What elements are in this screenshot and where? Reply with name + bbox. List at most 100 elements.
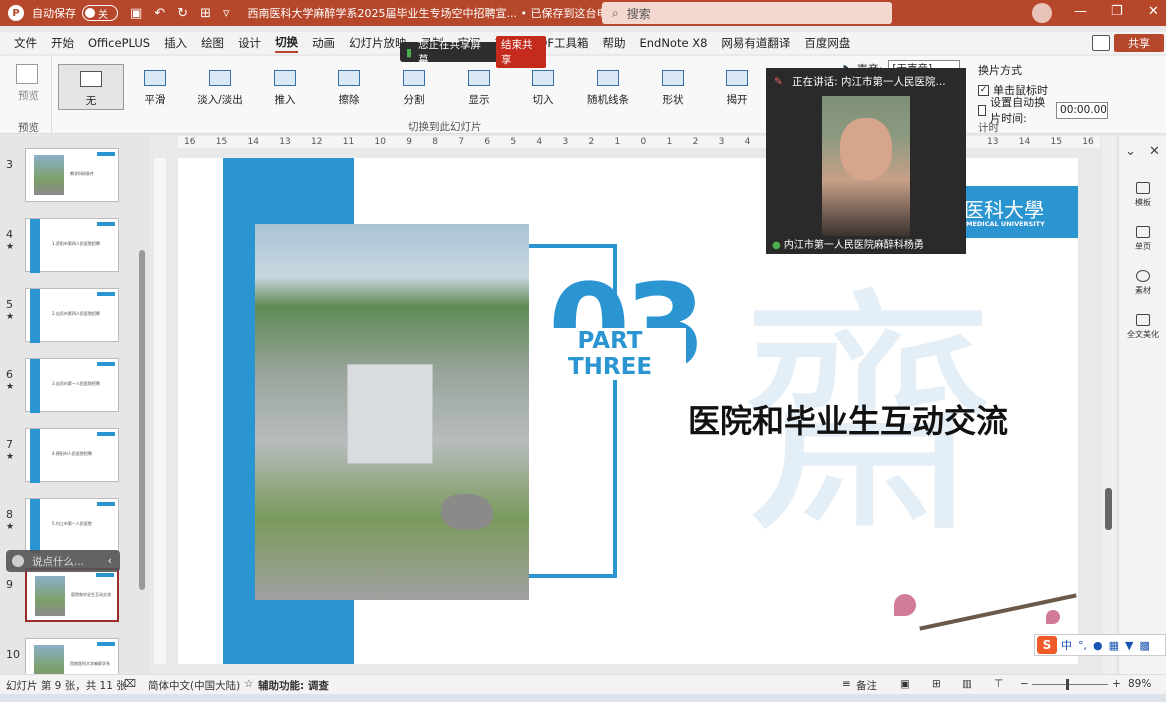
menu-file[interactable]: 文件 bbox=[14, 35, 37, 51]
present-icon[interactable]: ⊞ bbox=[200, 6, 211, 21]
thumbnail-row[interactable]: 3 教学科研条件 bbox=[0, 148, 150, 214]
menu-transitions[interactable]: 切换 bbox=[275, 34, 299, 53]
ime-mode[interactable]: 中 bbox=[1061, 637, 1072, 653]
scrollbar-thumb[interactable] bbox=[139, 250, 145, 590]
ime-mic-icon[interactable]: ● bbox=[1093, 639, 1103, 652]
thumbnail-row-active[interactable]: 9 医院和毕业生互动交流 bbox=[0, 568, 150, 634]
thumbnail-text: 2.自贡市第四人民医院招聘 bbox=[52, 311, 100, 316]
menu-help[interactable]: 帮助 bbox=[602, 35, 625, 51]
zoom-slider-handle[interactable] bbox=[1066, 679, 1069, 690]
chat-input[interactable]: 说点什么... ‹ bbox=[6, 550, 120, 572]
preview-icon[interactable] bbox=[16, 64, 38, 84]
transition-shape[interactable]: 形状 bbox=[640, 64, 706, 110]
slideshow-icon[interactable]: ⊤ bbox=[994, 678, 1003, 690]
animation-star-icon: ★ bbox=[6, 312, 15, 322]
pane-single-page[interactable]: 单页 bbox=[1119, 226, 1166, 252]
collapse-chevron-icon[interactable]: ‹ bbox=[108, 555, 112, 567]
redo-icon[interactable]: ↻ bbox=[177, 6, 188, 21]
slide-thumbnail[interactable]: 1.资阳市第四人民医院招聘 bbox=[25, 218, 119, 273]
minimize-icon[interactable]: — bbox=[1074, 4, 1087, 19]
slide-sorter-icon[interactable]: ⊞ bbox=[932, 678, 941, 690]
transition-random-bars[interactable]: 随机线条 bbox=[575, 64, 641, 110]
thumbnail-number: 9 bbox=[6, 578, 13, 591]
thumbnail-row[interactable]: 5 ★ 2.自贡市第四人民医院招聘 bbox=[0, 288, 150, 354]
zoom-slider[interactable] bbox=[1032, 684, 1108, 685]
slide-thumbnail[interactable]: 4.德阳市人民医院招聘 bbox=[25, 428, 119, 483]
slide-thumbnail[interactable]: 2.自贡市第四人民医院招聘 bbox=[25, 288, 119, 343]
document-title[interactable]: 西南医科大学麻醉学系2025届毕业生专场空中招聘宣... • 已保存到这台电脑 … bbox=[248, 5, 632, 21]
part-label[interactable]: PART THREE bbox=[534, 328, 686, 380]
timing-group: 换片方式 ✓ 单击鼠标时 设置自动换片时间: 00:00.00 计时 bbox=[978, 60, 1108, 134]
skin-icon[interactable]: ▼ bbox=[1125, 639, 1133, 652]
slide-thumbnail[interactable]: 教学科研条件 bbox=[25, 148, 119, 202]
zoom-level[interactable]: 89% bbox=[1128, 678, 1151, 690]
pane-templates[interactable]: 模板 bbox=[1119, 182, 1166, 208]
reading-view-icon[interactable]: ▥ bbox=[962, 678, 972, 690]
thumbnail-row[interactable]: 6 ★ 3.自贡市第一人民医院招聘 bbox=[0, 358, 150, 424]
autosave-toggle[interactable]: 关 bbox=[82, 5, 118, 21]
close-pane-icon[interactable]: ✕ bbox=[1149, 144, 1160, 159]
transition-fade[interactable]: 淡入/淡出 bbox=[187, 64, 253, 110]
transition-reveal[interactable]: 显示 bbox=[446, 64, 512, 110]
zoom-in-icon[interactable]: + bbox=[1112, 678, 1121, 690]
pane-assets[interactable]: 素材 bbox=[1119, 270, 1166, 296]
scrollbar-thumb[interactable] bbox=[1105, 488, 1112, 530]
menu-officeplus[interactable]: OfficePLUS bbox=[88, 36, 150, 50]
menu-design[interactable]: 设计 bbox=[238, 35, 261, 51]
transition-none[interactable]: 无 bbox=[58, 64, 124, 110]
undo-icon[interactable]: ↶ bbox=[154, 6, 165, 21]
save-icon[interactable]: ▣ bbox=[130, 6, 142, 21]
menu-slideshow[interactable]: 幻灯片放映 bbox=[349, 35, 407, 51]
transition-uncover[interactable]: 揭开 bbox=[704, 64, 770, 110]
keyboard-icon[interactable]: ▦ bbox=[1109, 639, 1119, 652]
slide-thumbnail-active[interactable]: 医院和毕业生互动交流 bbox=[25, 568, 119, 622]
normal-view-icon[interactable]: ▣ bbox=[900, 678, 910, 690]
ime-toolbar[interactable]: S 中 °, ● ▦ ▼ ▩ bbox=[1034, 634, 1166, 656]
slide-scrollbar[interactable] bbox=[1102, 136, 1116, 674]
account-avatar[interactable] bbox=[1032, 3, 1052, 23]
language-indicator[interactable]: 简体中文(中国大陆) bbox=[148, 678, 240, 693]
stop-sharing-button[interactable]: 结束共享 bbox=[496, 36, 546, 68]
after-time-input[interactable]: 00:00.00 bbox=[1056, 101, 1108, 119]
thumbnail-bar bbox=[30, 359, 40, 413]
search-box[interactable]: ⌕ 搜索 bbox=[602, 2, 892, 24]
notes-button[interactable]: 备注 bbox=[856, 678, 877, 693]
thumbnail-row[interactable]: 7 ★ 4.德阳市人民医院招聘 bbox=[0, 428, 150, 494]
menu-animations[interactable]: 动画 bbox=[312, 35, 335, 51]
spelling-icon[interactable]: ⌧ bbox=[124, 678, 136, 690]
advance-label: 换片方式 bbox=[978, 64, 1022, 77]
menu-youdao[interactable]: 网易有道翻译 bbox=[721, 35, 790, 51]
thumbnail-row[interactable]: 4 ★ 1.资阳市第四人民医院招聘 bbox=[0, 218, 150, 284]
after-checkbox[interactable] bbox=[978, 104, 987, 116]
share-button[interactable]: 共享 bbox=[1114, 34, 1164, 52]
customize-quick-access-icon[interactable]: ▿ bbox=[223, 6, 230, 21]
transition-wipe[interactable]: 擦除 bbox=[316, 64, 382, 110]
close-icon[interactable]: ✕ bbox=[1148, 4, 1159, 19]
toolbox-icon[interactable]: ▩ bbox=[1139, 639, 1149, 652]
pane-beautify[interactable]: 全文美化 bbox=[1119, 314, 1166, 340]
menu-insert[interactable]: 插入 bbox=[164, 35, 187, 51]
transition-morph[interactable]: 平滑 bbox=[122, 64, 188, 110]
meeting-video-panel[interactable]: ✎ 正在讲话: 内江市第一人民医院... ● 内江市第一人民医院麻醉科杨勇 bbox=[766, 68, 966, 254]
menu-baidu-pan[interactable]: 百度网盘 bbox=[804, 35, 850, 51]
menu-draw[interactable]: 绘图 bbox=[201, 35, 224, 51]
restore-icon[interactable]: ❐ bbox=[1111, 4, 1123, 19]
ruler-tick: 13 bbox=[279, 137, 291, 147]
slide-heading[interactable]: 医院和毕业生互动交流 bbox=[688, 396, 1008, 442]
transition-push[interactable]: 推入 bbox=[252, 64, 318, 110]
menu-endnote[interactable]: EndNote X8 bbox=[639, 36, 707, 50]
after-option[interactable]: 设置自动换片时间: 00:00.00 bbox=[978, 96, 1108, 125]
on-click-checkbox[interactable]: ✓ bbox=[978, 84, 989, 96]
slide-thumbnail[interactable]: 3.自贡市第一人民医院招聘 bbox=[25, 358, 119, 413]
zoom-out-icon[interactable]: − bbox=[1020, 678, 1029, 690]
punctuation-icon[interactable]: °, bbox=[1078, 639, 1087, 652]
slide-thumbnail[interactable]: 5.内江市第一人民医院 bbox=[25, 498, 119, 553]
menu-home[interactable]: 开始 bbox=[51, 35, 74, 51]
transition-cut[interactable]: 切入 bbox=[510, 64, 576, 110]
thumbnail-scrollbar[interactable] bbox=[138, 140, 146, 670]
chevron-down-icon[interactable]: ⌄ bbox=[1125, 144, 1136, 159]
transition-split[interactable]: 分割 bbox=[381, 64, 447, 110]
comments-icon[interactable] bbox=[1092, 35, 1110, 51]
accessibility-status[interactable]: 辅助功能: 调查 bbox=[258, 678, 329, 693]
campus-photo[interactable] bbox=[255, 224, 529, 600]
